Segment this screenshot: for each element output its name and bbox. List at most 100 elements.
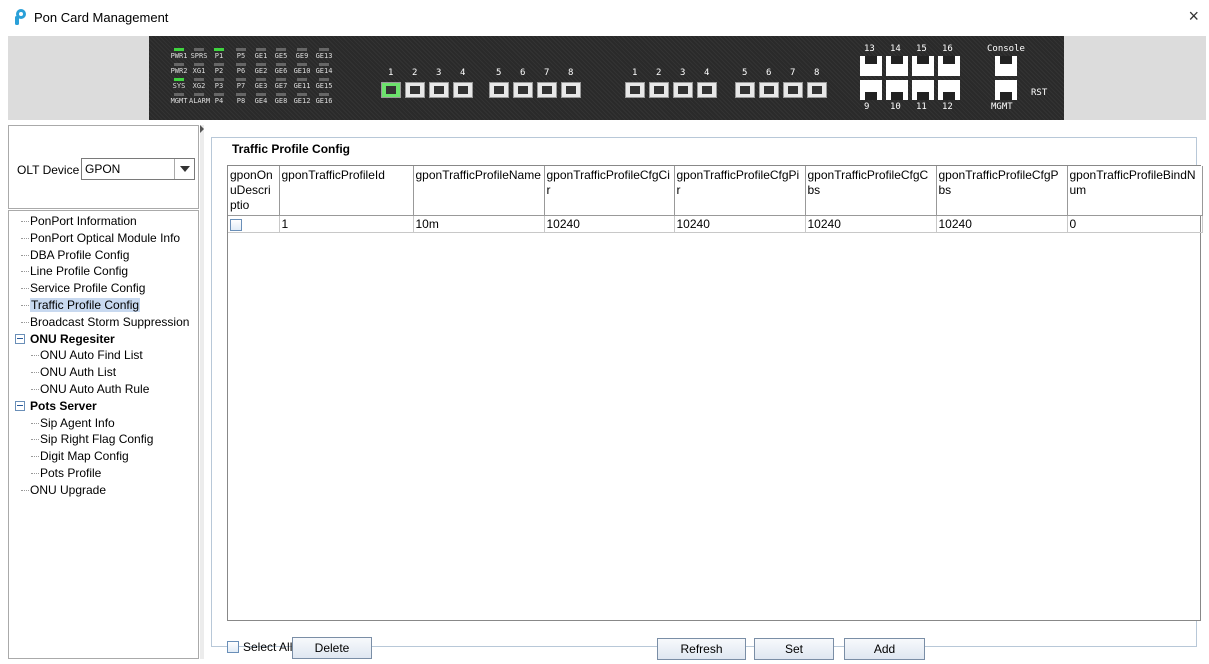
- table-cell[interactable]: 10240: [674, 215, 806, 233]
- splitter[interactable]: [200, 125, 204, 659]
- ge-port-icon[interactable]: [735, 82, 755, 98]
- rj45-port-icon[interactable]: [912, 56, 934, 76]
- chevron-down-icon[interactable]: [174, 159, 194, 179]
- column-header[interactable]: gponTrafficProfileId: [279, 166, 414, 216]
- select-all-checkbox[interactable]: [227, 641, 239, 653]
- pon-port-icon[interactable]: [537, 82, 557, 98]
- rj45-port-icon[interactable]: [860, 80, 882, 100]
- ge-port-number: 6: [766, 68, 772, 78]
- column-header[interactable]: gponTrafficProfileBindNum: [1067, 166, 1203, 216]
- select-all[interactable]: Select All: [227, 640, 292, 654]
- refresh-button[interactable]: Refresh: [657, 638, 746, 660]
- table-row[interactable]: 1 10m 10240 10240 10240 10240 0: [228, 215, 1203, 233]
- close-icon[interactable]: ×: [1188, 6, 1199, 27]
- delete-button[interactable]: Delete: [292, 637, 372, 659]
- pon-port-icon[interactable]: [381, 82, 401, 98]
- led-label: GE14: [315, 67, 333, 75]
- row-checkbox[interactable]: [230, 218, 242, 231]
- ge-port-icon[interactable]: [807, 82, 827, 98]
- console-port-icon[interactable]: [995, 56, 1017, 76]
- tree-item-label: Service Profile Config: [30, 281, 146, 296]
- tree-group[interactable]: ONU Regesiter: [9, 331, 198, 348]
- pon-port-icon[interactable]: [453, 82, 473, 98]
- table-cell[interactable]: 10240: [544, 215, 675, 233]
- column-header[interactable]: gponTrafficProfileName: [413, 166, 545, 216]
- row-select-cell[interactable]: [228, 215, 280, 233]
- ge-port-icon[interactable]: [625, 82, 645, 98]
- ge-port-number: 7: [790, 68, 796, 78]
- status-led-icon: [214, 63, 224, 66]
- led-label: GE5: [274, 52, 288, 60]
- pon-port-icon[interactable]: [489, 82, 509, 98]
- tree-item-label: ONU Auto Find List: [40, 348, 143, 363]
- tree-item-label: ONU Auth List: [40, 365, 117, 380]
- rj45-port-icon[interactable]: [886, 80, 908, 100]
- tree-item[interactable]: DBA Profile Config: [9, 247, 198, 264]
- table-cell[interactable]: 1: [279, 215, 414, 233]
- olt-device-label: OLT Device: [17, 163, 80, 177]
- table-cell[interactable]: 10240: [805, 215, 937, 233]
- tree-item[interactable]: Broadcast Storm Suppression: [9, 314, 198, 331]
- ge-port-number: 4: [704, 68, 710, 78]
- led-label: MGMT: [170, 97, 188, 105]
- table-cell[interactable]: 10240: [936, 215, 1068, 233]
- tree-item[interactable]: Sip Right Flag Config: [9, 431, 198, 448]
- column-header[interactable]: gponTrafficProfileCfgCbs: [805, 166, 937, 216]
- rj45-port-icon[interactable]: [860, 56, 882, 76]
- ge-port-icon[interactable]: [783, 82, 803, 98]
- collapse-minus-icon[interactable]: [15, 333, 25, 344]
- tree-item[interactable]: Line Profile Config: [9, 263, 198, 280]
- table-cell[interactable]: 0: [1067, 215, 1203, 233]
- status-led-icon: [276, 63, 286, 66]
- pon-port-icon[interactable]: [405, 82, 425, 98]
- led-label: GE8: [274, 97, 288, 105]
- tree-item[interactable]: ONU Upgrade: [9, 482, 198, 499]
- pon-port-icon[interactable]: [429, 82, 449, 98]
- tree-item[interactable]: ONU Auto Find List: [9, 347, 198, 364]
- tree-item[interactable]: ONU Auth List: [9, 364, 198, 381]
- column-header[interactable]: gponOnuDescriptio: [228, 166, 280, 216]
- tree-item-label: ONU Auto Auth Rule: [40, 381, 150, 396]
- led-label: P6: [236, 67, 246, 75]
- ge-port-icon[interactable]: [673, 82, 693, 98]
- column-header[interactable]: gponTrafficProfileCfgPbs: [936, 166, 1068, 216]
- ge-port-icon[interactable]: [697, 82, 717, 98]
- rj45-port-number: 12: [942, 102, 953, 112]
- set-button[interactable]: Set: [754, 638, 834, 660]
- column-header[interactable]: gponTrafficProfileCfgPir: [674, 166, 806, 216]
- tree-item[interactable]: Pots Profile: [9, 465, 198, 482]
- add-button[interactable]: Add: [844, 638, 925, 660]
- tree-item[interactable]: ONU Auto Auth Rule: [9, 381, 198, 398]
- collapse-minus-icon[interactable]: [15, 400, 25, 411]
- status-led-icon: [319, 48, 329, 51]
- pon-port-number: 5: [496, 68, 502, 78]
- rj45-port-icon[interactable]: [886, 56, 908, 76]
- tree-item[interactable]: Traffic Profile Config: [9, 297, 198, 314]
- mgmt-port-icon[interactable]: [995, 80, 1017, 100]
- column-header[interactable]: gponTrafficProfileCfgCir: [544, 166, 675, 216]
- device-faceplate: PWR1 PWR2 SYS MGMT SPRS XG1 XG2 ALARM P1 P2 P3 P4 P5…: [149, 36, 1064, 120]
- rj45-port-icon[interactable]: [938, 80, 960, 100]
- pon-port-icon[interactable]: [513, 82, 533, 98]
- led-column: GE5 GE6 GE7 GE8: [271, 48, 291, 108]
- ge-port-number: 1: [632, 68, 638, 78]
- tree-item[interactable]: PonPort Information: [9, 213, 198, 230]
- rj45-port-icon[interactable]: [912, 80, 934, 100]
- collapse-arrow-icon[interactable]: [200, 125, 204, 133]
- tree-item[interactable]: Sip Agent Info: [9, 415, 198, 432]
- olt-device-value: GPON: [85, 162, 121, 176]
- pon-port-number: 6: [520, 68, 526, 78]
- tree-item[interactable]: Digit Map Config: [9, 448, 198, 465]
- rj45-port-icon[interactable]: [938, 56, 960, 76]
- status-led-icon: [214, 78, 224, 81]
- window-title: Pon Card Management: [34, 9, 169, 25]
- ge-port-icon[interactable]: [759, 82, 779, 98]
- ge-port-icon[interactable]: [649, 82, 669, 98]
- olt-device-select[interactable]: GPON: [81, 158, 195, 180]
- pon-port-icon[interactable]: [561, 82, 581, 98]
- tree-item[interactable]: Service Profile Config: [9, 280, 198, 297]
- status-led-icon: [236, 63, 246, 66]
- table-cell[interactable]: 10m: [413, 215, 545, 233]
- tree-group[interactable]: Pots Server: [9, 398, 198, 415]
- tree-item[interactable]: PonPort Optical Module Info: [9, 230, 198, 247]
